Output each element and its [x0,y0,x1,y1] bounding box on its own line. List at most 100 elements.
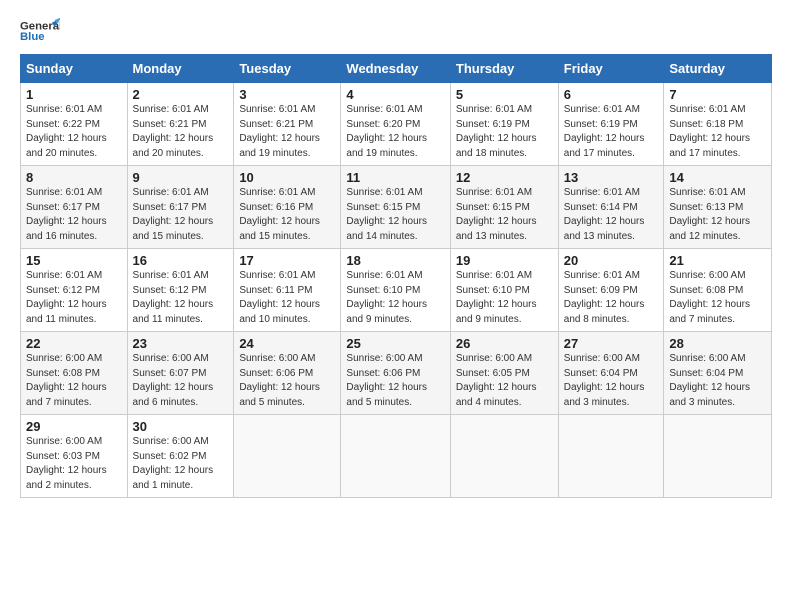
day-info: Sunrise: 6:01 AM Sunset: 6:12 PM Dayligh… [26,269,122,327]
day-number: 15 [26,253,122,268]
calendar-cell: 21Sunrise: 6:00 AM Sunset: 6:08 PM Dayli… [664,249,772,332]
day-info: Sunrise: 6:00 AM Sunset: 6:05 PM Dayligh… [456,352,553,410]
day-number: 9 [133,170,229,185]
day-number: 5 [456,87,553,102]
calendar-col-tuesday: Tuesday [234,55,341,83]
day-info: Sunrise: 6:00 AM Sunset: 6:07 PM Dayligh… [133,352,229,410]
calendar-body: 1Sunrise: 6:01 AM Sunset: 6:22 PM Daylig… [21,83,772,498]
day-number: 30 [133,419,229,434]
day-info: Sunrise: 6:00 AM Sunset: 6:03 PM Dayligh… [26,435,122,493]
calendar-cell: 5Sunrise: 6:01 AM Sunset: 6:19 PM Daylig… [450,83,558,166]
day-number: 7 [669,87,766,102]
calendar-cell: 30Sunrise: 6:00 AM Sunset: 6:02 PM Dayli… [127,415,234,498]
day-number: 19 [456,253,553,268]
calendar-table: SundayMondayTuesdayWednesdayThursdayFrid… [20,54,772,498]
day-info: Sunrise: 6:01 AM Sunset: 6:11 PM Dayligh… [239,269,335,327]
day-info: Sunrise: 6:01 AM Sunset: 6:18 PM Dayligh… [669,103,766,161]
calendar-row: 8Sunrise: 6:01 AM Sunset: 6:17 PM Daylig… [21,166,772,249]
day-info: Sunrise: 6:01 AM Sunset: 6:19 PM Dayligh… [456,103,553,161]
calendar-cell: 3Sunrise: 6:01 AM Sunset: 6:21 PM Daylig… [234,83,341,166]
calendar-cell: 2Sunrise: 6:01 AM Sunset: 6:21 PM Daylig… [127,83,234,166]
calendar-cell [234,415,341,498]
day-info: Sunrise: 6:00 AM Sunset: 6:04 PM Dayligh… [669,352,766,410]
calendar-cell: 13Sunrise: 6:01 AM Sunset: 6:14 PM Dayli… [558,166,664,249]
calendar-col-saturday: Saturday [664,55,772,83]
calendar-col-sunday: Sunday [21,55,128,83]
calendar-cell: 7Sunrise: 6:01 AM Sunset: 6:18 PM Daylig… [664,83,772,166]
day-number: 14 [669,170,766,185]
day-number: 11 [346,170,444,185]
day-info: Sunrise: 6:00 AM Sunset: 6:04 PM Dayligh… [564,352,659,410]
day-info: Sunrise: 6:01 AM Sunset: 6:14 PM Dayligh… [564,186,659,244]
day-number: 24 [239,336,335,351]
logo-icon: General Blue [20,16,60,44]
day-number: 17 [239,253,335,268]
day-number: 13 [564,170,659,185]
day-number: 18 [346,253,444,268]
day-number: 23 [133,336,229,351]
calendar-cell: 6Sunrise: 6:01 AM Sunset: 6:19 PM Daylig… [558,83,664,166]
calendar-cell: 24Sunrise: 6:00 AM Sunset: 6:06 PM Dayli… [234,332,341,415]
calendar-cell: 17Sunrise: 6:01 AM Sunset: 6:11 PM Dayli… [234,249,341,332]
header: General Blue [20,16,772,44]
day-number: 12 [456,170,553,185]
day-info: Sunrise: 6:01 AM Sunset: 6:17 PM Dayligh… [133,186,229,244]
day-info: Sunrise: 6:01 AM Sunset: 6:09 PM Dayligh… [564,269,659,327]
page: General Blue SundayMondayTuesdayWednesda… [0,0,792,612]
day-info: Sunrise: 6:00 AM Sunset: 6:06 PM Dayligh… [239,352,335,410]
calendar-cell [558,415,664,498]
day-number: 22 [26,336,122,351]
day-info: Sunrise: 6:01 AM Sunset: 6:13 PM Dayligh… [669,186,766,244]
calendar-cell: 28Sunrise: 6:00 AM Sunset: 6:04 PM Dayli… [664,332,772,415]
calendar-row: 29Sunrise: 6:00 AM Sunset: 6:03 PM Dayli… [21,415,772,498]
day-number: 4 [346,87,444,102]
calendar-cell: 18Sunrise: 6:01 AM Sunset: 6:10 PM Dayli… [341,249,450,332]
calendar-cell: 11Sunrise: 6:01 AM Sunset: 6:15 PM Dayli… [341,166,450,249]
day-number: 25 [346,336,444,351]
day-number: 20 [564,253,659,268]
calendar-row: 15Sunrise: 6:01 AM Sunset: 6:12 PM Dayli… [21,249,772,332]
calendar-col-monday: Monday [127,55,234,83]
calendar-cell: 26Sunrise: 6:00 AM Sunset: 6:05 PM Dayli… [450,332,558,415]
calendar-col-wednesday: Wednesday [341,55,450,83]
calendar-cell: 8Sunrise: 6:01 AM Sunset: 6:17 PM Daylig… [21,166,128,249]
day-info: Sunrise: 6:00 AM Sunset: 6:08 PM Dayligh… [669,269,766,327]
calendar-cell: 23Sunrise: 6:00 AM Sunset: 6:07 PM Dayli… [127,332,234,415]
day-info: Sunrise: 6:01 AM Sunset: 6:15 PM Dayligh… [346,186,444,244]
day-info: Sunrise: 6:01 AM Sunset: 6:17 PM Dayligh… [26,186,122,244]
day-info: Sunrise: 6:01 AM Sunset: 6:10 PM Dayligh… [346,269,444,327]
calendar-cell: 14Sunrise: 6:01 AM Sunset: 6:13 PM Dayli… [664,166,772,249]
calendar-cell [341,415,450,498]
day-number: 10 [239,170,335,185]
day-info: Sunrise: 6:01 AM Sunset: 6:16 PM Dayligh… [239,186,335,244]
day-number: 6 [564,87,659,102]
day-info: Sunrise: 6:01 AM Sunset: 6:15 PM Dayligh… [456,186,553,244]
logo: General Blue [20,16,60,44]
calendar-cell: 4Sunrise: 6:01 AM Sunset: 6:20 PM Daylig… [341,83,450,166]
calendar-cell: 27Sunrise: 6:00 AM Sunset: 6:04 PM Dayli… [558,332,664,415]
calendar-cell: 1Sunrise: 6:01 AM Sunset: 6:22 PM Daylig… [21,83,128,166]
calendar-cell: 29Sunrise: 6:00 AM Sunset: 6:03 PM Dayli… [21,415,128,498]
calendar-cell: 10Sunrise: 6:01 AM Sunset: 6:16 PM Dayli… [234,166,341,249]
day-info: Sunrise: 6:01 AM Sunset: 6:21 PM Dayligh… [239,103,335,161]
day-number: 3 [239,87,335,102]
day-number: 27 [564,336,659,351]
calendar-cell: 22Sunrise: 6:00 AM Sunset: 6:08 PM Dayli… [21,332,128,415]
day-number: 16 [133,253,229,268]
calendar-cell: 25Sunrise: 6:00 AM Sunset: 6:06 PM Dayli… [341,332,450,415]
calendar-cell: 16Sunrise: 6:01 AM Sunset: 6:12 PM Dayli… [127,249,234,332]
calendar-cell: 20Sunrise: 6:01 AM Sunset: 6:09 PM Dayli… [558,249,664,332]
day-info: Sunrise: 6:00 AM Sunset: 6:06 PM Dayligh… [346,352,444,410]
day-number: 28 [669,336,766,351]
calendar-header: SundayMondayTuesdayWednesdayThursdayFrid… [21,55,772,83]
calendar-row: 22Sunrise: 6:00 AM Sunset: 6:08 PM Dayli… [21,332,772,415]
day-info: Sunrise: 6:01 AM Sunset: 6:19 PM Dayligh… [564,103,659,161]
day-info: Sunrise: 6:00 AM Sunset: 6:02 PM Dayligh… [133,435,229,493]
day-number: 29 [26,419,122,434]
calendar-cell [664,415,772,498]
day-info: Sunrise: 6:01 AM Sunset: 6:12 PM Dayligh… [133,269,229,327]
day-number: 21 [669,253,766,268]
day-number: 26 [456,336,553,351]
svg-text:Blue: Blue [20,31,45,43]
calendar-cell: 9Sunrise: 6:01 AM Sunset: 6:17 PM Daylig… [127,166,234,249]
